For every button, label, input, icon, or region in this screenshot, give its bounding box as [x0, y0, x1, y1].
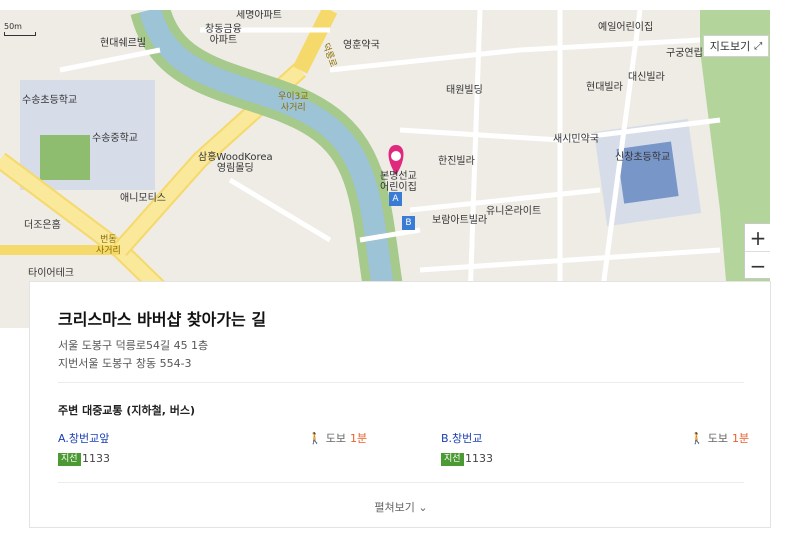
walk-minutes: 1분 [731, 432, 750, 445]
view-map-label: 지도보기 [709, 40, 751, 53]
expand-icon: ⤢ [754, 40, 763, 52]
stop-letter: A. [58, 432, 69, 445]
zoom-out-button[interactable]: − [745, 252, 770, 279]
map-label: 수송중학교 [92, 133, 138, 144]
divider [58, 482, 744, 483]
map-label: 태원빌딩 [446, 85, 483, 96]
walking-icon: 🚶 [308, 431, 322, 445]
transit-stop-a[interactable]: A.창번교앞 [58, 430, 109, 446]
map-label: 유니온라이트 [486, 206, 542, 217]
place-info-card: 크리스마스 바버샵 찾아가는 길 서울 도봉구 덕릉로54길 45 1층 지번서… [29, 281, 771, 528]
map-label: 대신빌라 [628, 72, 665, 83]
map-label: 애니모티스 [120, 193, 166, 204]
transit-section-title: 주변 대중교통 (지하철, 버스) [58, 404, 196, 417]
walking-icon: 🚶 [690, 431, 704, 445]
expand-button[interactable]: 펼쳐보기 ⌄ [30, 499, 772, 515]
walk-label: 도보 [707, 432, 728, 445]
map-label: 현대쉐르빌 [100, 38, 146, 49]
bus-number[interactable]: 1133 [465, 452, 493, 465]
map-label: 삼홍WoodKorea 영림몰딩 [198, 152, 273, 174]
map-road-label: 번동 사거리 [96, 235, 121, 256]
walk-time-b: 🚶 도보 1분 [690, 430, 749, 446]
map-label: 현대빌라 [586, 82, 623, 93]
divider [58, 382, 744, 383]
zoom-in-button[interactable]: + [745, 224, 770, 252]
map-label: 창동금융 아파트 [205, 24, 242, 46]
map-label: 더조은홈 [24, 220, 61, 231]
map-label: 예일어린이집 [598, 22, 654, 33]
lot-address: 지번서울 도봉구 창동 554-3 [58, 357, 192, 370]
map-label: 영훈약국 [343, 40, 380, 51]
map-label: 수송초등학교 [22, 95, 78, 106]
scale-bar: 50m [4, 22, 36, 36]
bus-type-badge: 지선 [441, 453, 464, 466]
expand-label: 펼쳐보기 [374, 501, 415, 514]
chevron-down-icon: ⌄ [418, 501, 428, 514]
map-label: 세명아파트 [236, 10, 282, 21]
walk-time-a: 🚶 도보 1분 [308, 430, 367, 446]
map-road-label: 우이3교 사거리 [278, 92, 309, 113]
map-label: 구궁연립 [666, 48, 703, 59]
map-label: 신창초등학교 [615, 152, 671, 163]
zoom-control: + − [744, 223, 770, 279]
place-title: 크리스마스 바버샵 찾아가는 길 [58, 310, 267, 329]
transit-stop-b[interactable]: B.창번교 [441, 430, 482, 446]
walk-minutes: 1분 [349, 432, 368, 445]
road-address: 서울 도봉구 덕릉로54길 45 1층 [58, 339, 209, 352]
view-map-button[interactable]: 지도보기 ⤢ [703, 35, 769, 57]
stop-name: 창번교 [452, 432, 483, 445]
bus-type-badge: 지선 [58, 453, 81, 466]
map-label: 한진빌라 [438, 156, 475, 167]
bus-number[interactable]: 1133 [82, 452, 110, 465]
map-label: 본명선교 어린이집 [380, 171, 417, 193]
walk-label: 도보 [325, 432, 346, 445]
bus-stop-b-marker[interactable]: B [402, 216, 415, 230]
map-label: 보람아트빌라 [432, 215, 488, 226]
stop-letter: B. [441, 432, 453, 445]
bus-stop-a-marker[interactable]: A [389, 192, 402, 206]
stop-name: 창번교앞 [68, 432, 110, 445]
map-label: 타이어테크 [28, 268, 74, 279]
map-label: 새시민약국 [553, 134, 599, 145]
